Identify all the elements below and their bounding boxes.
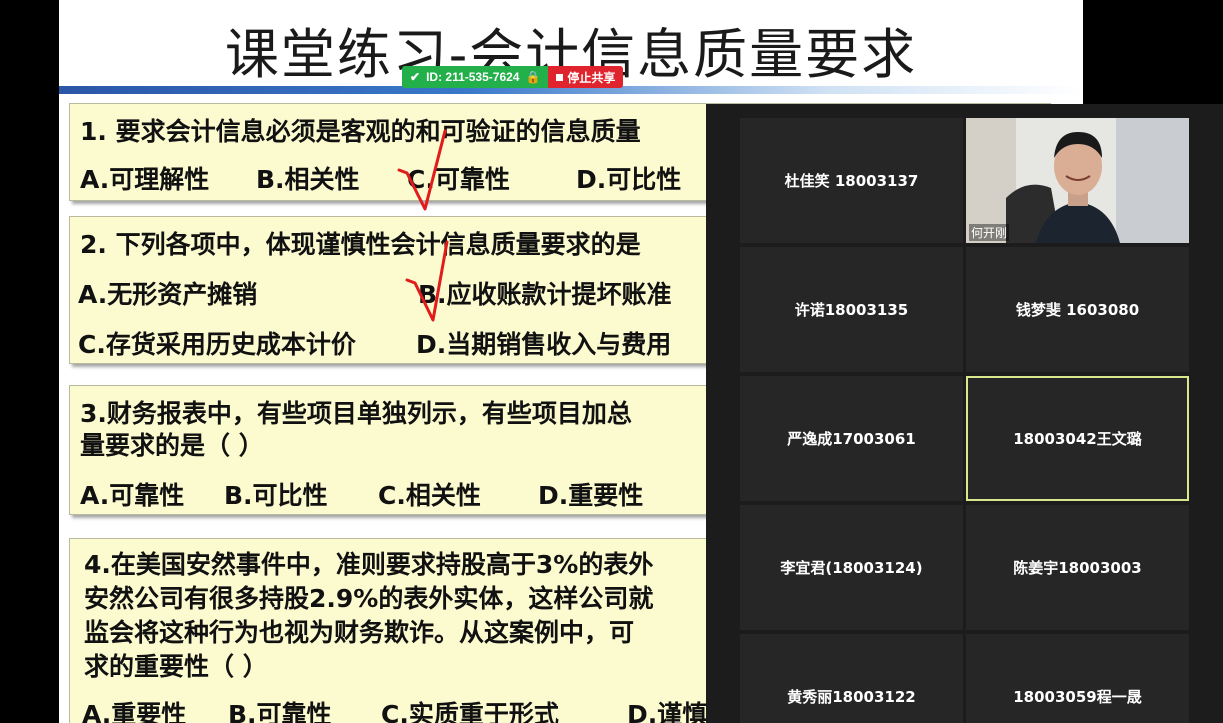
- stop-share-label: 停止共享: [567, 70, 616, 85]
- participant-tile[interactable]: 许诺18003135: [740, 247, 963, 372]
- video-tile[interactable]: 何开刚: [966, 118, 1189, 243]
- question-4-stem-line-3: 监会将这种行为也视为财务欺诈。从这案例中，可: [84, 618, 635, 647]
- stop-share-button[interactable]: 停止共享: [548, 66, 624, 88]
- participant-name: 李宜君(18003124): [780, 559, 923, 577]
- q1-option-a: A.可理解性: [80, 165, 210, 194]
- participants-gallery: 杜佳笑 18003137 许诺18003135 严逸成17003061 李宜君(…: [706, 104, 1223, 723]
- participant-name: 钱梦斐 1603080: [1015, 301, 1140, 319]
- q1-option-d: D.可比性: [576, 165, 682, 194]
- participant-name: 18003059程一晟: [1013, 688, 1142, 706]
- participant-tile[interactable]: 杜佳笑 18003137: [740, 118, 963, 243]
- checkmark-annotation-icon: [397, 129, 447, 211]
- participant-tile[interactable]: 严逸成17003061: [740, 376, 963, 501]
- participant-name: 陈姜宇18003003: [1013, 559, 1142, 577]
- participant-tile[interactable]: 李宜君(18003124): [740, 505, 963, 630]
- question-4-stem-line-2: 安然公司有很多持股2.9%的表外实体，这样公司就: [84, 584, 654, 613]
- participant-tile-active-speaker[interactable]: 18003042王文璐: [966, 376, 1189, 501]
- checkmark-annotation-icon: [405, 240, 449, 322]
- q4-option-c: C.实质重于形式: [381, 700, 559, 723]
- participant-tile[interactable]: 黄秀丽18003122: [740, 634, 963, 723]
- participant-name: 18003042王文璐: [1013, 430, 1142, 448]
- participant-name: 许诺18003135: [794, 301, 909, 319]
- participant-tile[interactable]: 陈姜宇18003003: [966, 505, 1189, 630]
- question-3-stem-line-2: 量要求的是（ ）: [80, 431, 264, 460]
- question-1-stem: 1. 要求会计信息必须是客观的和可验证的信息质量: [80, 117, 641, 146]
- signal-icon: ✔: [410, 70, 421, 84]
- participant-name: 黄秀丽18003122: [787, 688, 916, 706]
- q4-option-d: D.谨慎: [627, 700, 708, 723]
- participant-name: 严逸成17003061: [787, 430, 916, 448]
- participant-tile[interactable]: 钱梦斐 1603080: [966, 247, 1189, 372]
- q1-option-b: B.相关性: [256, 165, 360, 194]
- question-2-stem: 2. 下列各项中，体现谨慎性会计信息质量要求的是: [80, 230, 641, 259]
- lock-icon: 🔒: [525, 70, 541, 84]
- question-4-stem-line-4: 求的重要性（ ）: [84, 652, 268, 681]
- screen-share-toolbar: ✔ ID: 211-535-7624 🔒 停止共享: [402, 66, 624, 88]
- q4-option-b: B.可靠性: [228, 700, 332, 723]
- q2-option-c: C.存货采用历史成本计价: [78, 330, 356, 359]
- video-participant-name: 何开刚: [969, 224, 1010, 241]
- question-3-stem-line-1: 3.财务报表中，有些项目单独列示，有些项目加总: [80, 399, 632, 428]
- q2-option-a: A.无形资产摊销: [78, 280, 258, 309]
- meeting-id: ID: 211-535-7624: [426, 70, 520, 84]
- q3-option-c: C.相关性: [378, 481, 481, 510]
- q3-option-a: A.可靠性: [80, 481, 185, 510]
- stop-icon: [556, 73, 564, 81]
- meeting-id-badge[interactable]: ✔ ID: 211-535-7624 🔒: [402, 66, 549, 88]
- q3-option-d: D.重要性: [538, 481, 644, 510]
- participant-name: 杜佳笑 18003137: [784, 172, 919, 190]
- q3-option-b: B.可比性: [224, 481, 328, 510]
- question-4-stem-line-1: 4.在美国安然事件中，准则要求持股高于3%的表外: [84, 550, 654, 579]
- q2-option-d: D.当期销售收入与费用: [416, 330, 672, 359]
- q4-option-a: A.重要性: [82, 700, 187, 723]
- participant-tile[interactable]: 18003059程一晟: [966, 634, 1189, 723]
